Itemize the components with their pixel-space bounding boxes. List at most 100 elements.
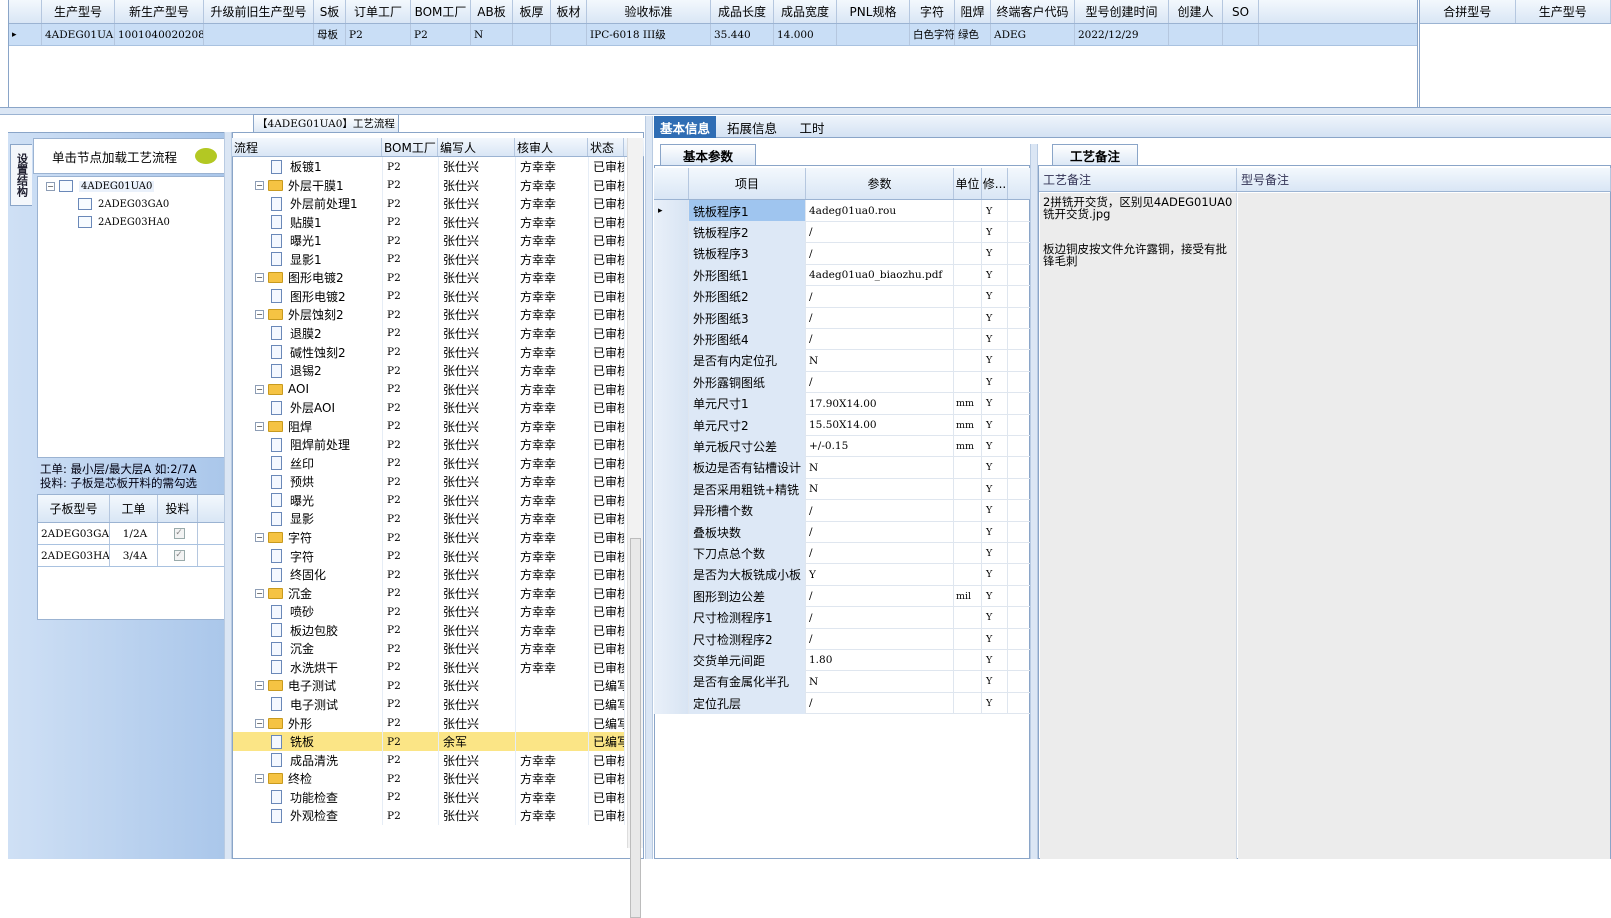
param-row[interactable]: 尺寸检测程序1/Y [654,607,1030,629]
process-row[interactable]: 显影1P2张仕兴方幸幸已审核 [233,250,625,269]
param-mod[interactable]: Y [982,200,1008,222]
param-mod[interactable]: Y [982,585,1008,607]
process-row[interactable]: 碱性蚀刻2P2张仕兴方幸幸已审核 [233,343,625,362]
column-header[interactable]: 核审人 [515,138,588,156]
param-row[interactable]: 外形图纸14adeg01ua0_biaozhu.pdfY [654,264,1030,286]
param-unit[interactable] [954,350,982,372]
param-mod[interactable]: Y [982,307,1008,329]
param-value[interactable]: 4adeg01ua0_biaozhu.pdf [806,264,954,286]
scroll-thumb[interactable] [630,538,641,918]
column-header[interactable]: 成品长度 [711,0,774,23]
param-unit[interactable] [954,457,982,479]
param-mod[interactable]: Y [982,264,1008,286]
column-header[interactable]: 合拼型号 [1420,0,1516,23]
process-row[interactable]: 水洗烘干P2张仕兴方幸幸已审核 [233,658,625,677]
param-row[interactable]: 单元尺寸215.50X14.00mmY [654,414,1030,436]
tab-basic-params[interactable]: 基本参数 [660,144,756,165]
column-header[interactable]: 板材 [551,0,587,23]
process-row[interactable]: −外层干膜1P2张仕兴方幸幸已审核 [233,176,625,195]
param-mod[interactable]: Y [982,435,1008,457]
param-unit[interactable] [954,200,982,222]
param-value[interactable]: N [806,350,954,372]
param-mod[interactable]: Y [982,350,1008,372]
column-header[interactable]: 创建人 [1169,0,1223,23]
tab-work-hours[interactable]: 工时 [790,116,834,138]
param-mod[interactable]: Y [982,521,1008,543]
param-row[interactable]: 是否有金属化半孔NY [654,671,1030,693]
param-mod[interactable]: Y [982,542,1008,564]
param-value[interactable]: N [806,457,954,479]
param-unit[interactable] [954,371,982,393]
param-value[interactable]: / [806,328,954,350]
column-header[interactable]: 单位 [954,168,982,199]
param-row[interactable]: 外形图纸3/Y [654,307,1030,329]
tree-node-root[interactable]: − 4ADEG01UA0 [46,177,154,195]
column-header[interactable]: 参数 [806,168,954,199]
column-header[interactable]: 终端客户代码 [991,0,1075,23]
process-row[interactable]: 功能检查P2张仕兴方幸幸已审核 [233,788,625,807]
param-unit[interactable] [954,307,982,329]
param-row[interactable]: 铣板程序3/Y [654,243,1030,265]
param-value[interactable]: 1.80 [806,649,954,671]
param-value[interactable]: / [806,307,954,329]
collapse-icon[interactable]: − [255,273,264,282]
column-header[interactable]: 子板型号 [38,495,110,522]
param-unit[interactable]: mil [954,585,982,607]
param-mod[interactable]: Y [982,628,1008,650]
process-row[interactable]: 阻焊前处理P2张仕兴方幸幸已审核 [233,435,625,454]
param-row[interactable]: 铣板程序2/Y [654,221,1030,243]
table-row[interactable]: 2ADEG03HA0 3/4A ✓ [38,545,225,567]
column-header[interactable]: 字符 [910,0,955,23]
process-row[interactable]: 外层前处理1P2张仕兴方幸幸已审核 [233,194,625,213]
param-unit[interactable]: mm [954,393,982,415]
feed-checkbox[interactable]: ✓ [174,550,185,561]
param-value[interactable]: / [806,221,954,243]
feed-checkbox[interactable]: ✓ [174,528,185,539]
param-unit[interactable] [954,607,982,629]
process-row[interactable]: 成品清洗P2张仕兴方幸幸已审核 [233,751,625,770]
process-row[interactable]: 板边包胶P2张仕兴方幸幸已审核 [233,621,625,640]
tab-basic-info[interactable]: 基本信息 [654,116,716,138]
param-row[interactable]: 是否采用粗铣+精铣NY [654,478,1030,500]
process-row[interactable]: 铣板P2余军已编写 [233,732,625,751]
process-row[interactable]: 终固化P2张仕兴方幸幸已审核 [233,565,625,584]
column-header[interactable]: 项目 [689,168,806,199]
column-header[interactable]: 型号备注 [1237,168,1611,191]
process-row[interactable]: −阻焊P2张仕兴方幸幸已审核 [233,417,625,436]
process-row[interactable]: −终检P2张仕兴方幸幸已审核 [233,769,625,788]
param-value[interactable]: +/-0.15 [806,435,954,457]
param-row[interactable]: 交货单元间距1.80Y [654,649,1030,671]
process-row[interactable]: 喷砂P2张仕兴方幸幸已审核 [233,602,625,621]
param-mod[interactable]: Y [982,478,1008,500]
param-row[interactable]: 外形图纸4/Y [654,328,1030,350]
column-header[interactable]: 状态 [588,138,624,156]
column-header[interactable]: 升级前旧生产型号 [204,0,314,23]
process-row[interactable]: 曝光P2张仕兴方幸幸已审核 [233,491,625,510]
param-mod[interactable]: Y [982,328,1008,350]
process-row[interactable]: 显影P2张仕兴方幸幸已审核 [233,509,625,528]
param-value[interactable]: / [806,607,954,629]
column-header[interactable]: 板厚 [513,0,551,23]
vertical-splitter[interactable] [224,132,232,859]
column-header[interactable]: 生产型号 [42,0,115,23]
model-grid-row[interactable]: ▸4ADEG01UA010010400202087母板P2P2NIPC-6018… [9,24,1417,46]
param-mod[interactable]: Y [982,286,1008,308]
param-value[interactable]: Y [806,564,954,586]
process-row[interactable]: 退膜2P2张仕兴方幸幸已审核 [233,324,625,343]
collapse-icon[interactable]: − [255,681,264,690]
param-row[interactable]: 外形图纸2/Y [654,286,1030,308]
param-value[interactable]: 17.90X14.00 [806,393,954,415]
process-notes-text[interactable]: 2拼铣开交货，区别见4ADEG01UA0铣开交货.jpg 板边铜皮按文件允许露铜… [1040,193,1237,859]
model-notes-text[interactable] [1238,193,1610,859]
process-row[interactable]: 字符P2张仕兴方幸幸已审核 [233,547,625,566]
column-header[interactable]: SO [1223,0,1259,23]
param-unit[interactable] [954,286,982,308]
column-header[interactable]: BOM工厂 [411,0,471,23]
param-value[interactable]: / [806,542,954,564]
param-value[interactable]: N [806,478,954,500]
param-unit[interactable] [954,221,982,243]
column-header[interactable]: AB板 [471,0,513,23]
process-row[interactable]: 预烘P2张仕兴方幸幸已审核 [233,472,625,491]
param-unit[interactable] [954,264,982,286]
param-row[interactable]: 定位孔层/Y [654,692,1030,714]
